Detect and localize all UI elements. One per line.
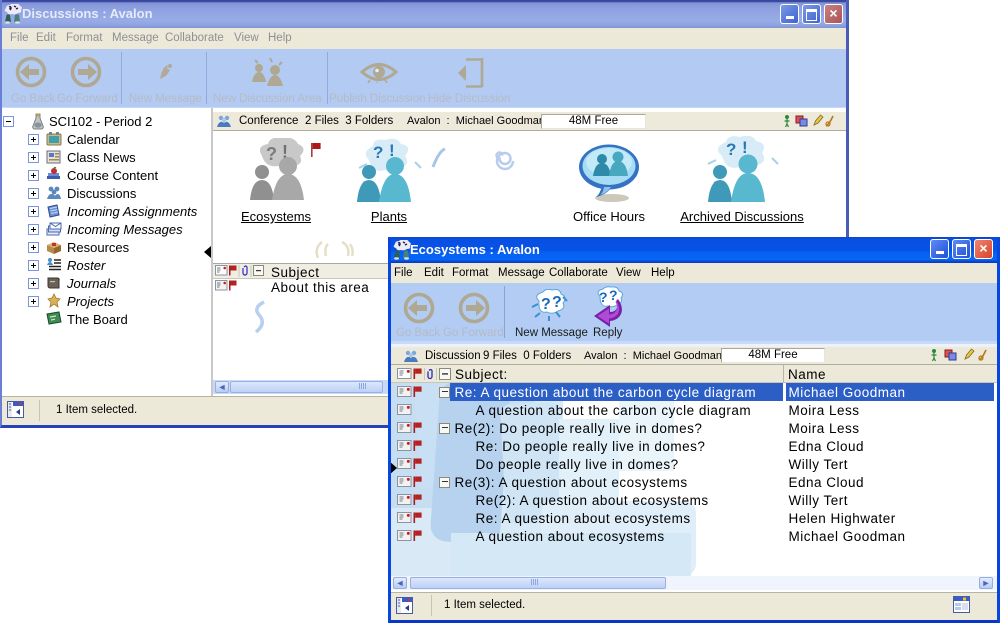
svg-text:?: ? bbox=[599, 289, 608, 305]
svg-text:?: ? bbox=[552, 294, 562, 311]
svg-text:?: ? bbox=[541, 296, 551, 313]
svg-text:?: ? bbox=[609, 287, 618, 303]
